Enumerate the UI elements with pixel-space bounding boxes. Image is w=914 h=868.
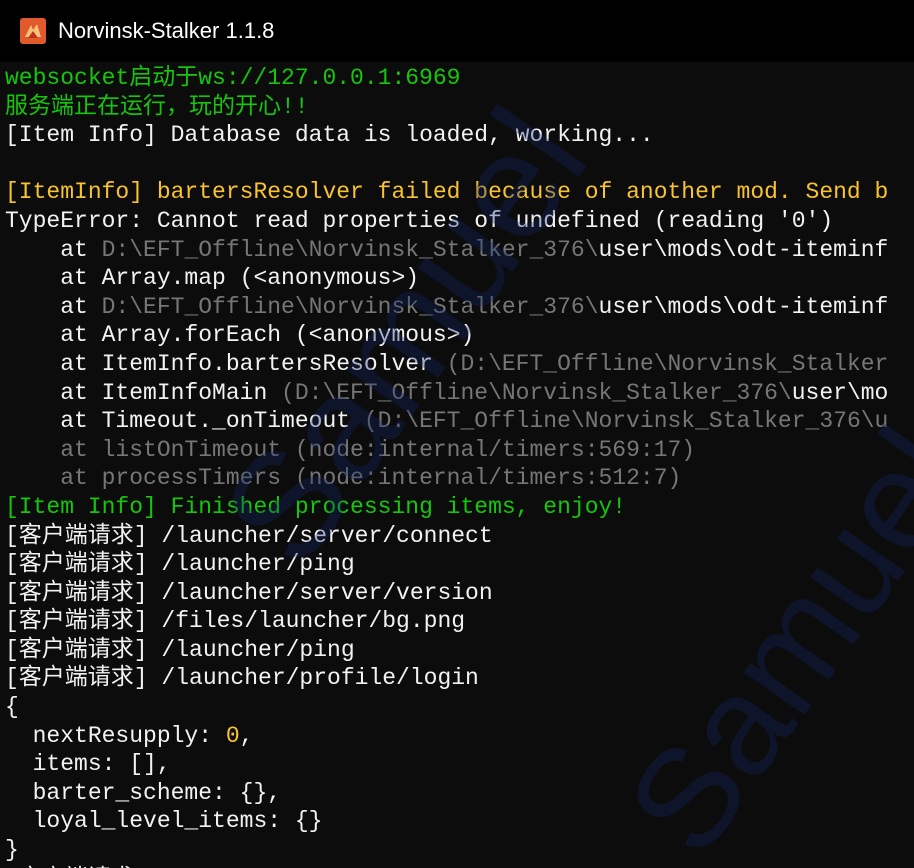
console-line: [客户端请求] /launcher/ping — [0, 550, 914, 579]
console-line: 服务端正在运行，玩的开心!! — [0, 93, 914, 122]
console-text: } — [5, 837, 19, 864]
window-title: Norvinsk-Stalker 1.1.8 — [58, 18, 275, 43]
console-text: [客户端请求] /launcher/ping — [5, 636, 355, 663]
console-line: at listOnTimeout (node:internal/timers:5… — [0, 436, 914, 465]
console-text: D:\EFT_Offline\Norvinsk_Stalker_376\ — [101, 293, 599, 320]
console-line: loyal_level_items: {} — [0, 807, 914, 836]
console-text: (D:\EFT_Offline\Norvinsk_Stalker_376\u — [363, 408, 889, 435]
console-line: at Array.map (<anonymous>) — [0, 264, 914, 293]
console-line: TypeError: Cannot read properties of und… — [0, 207, 914, 236]
console-text: at — [5, 236, 102, 263]
console-text: D:\EFT_Offline\Norvinsk_Stalker_376\ — [101, 236, 599, 263]
console-line: at Timeout._onTimeout (D:\EFT_Offline\No… — [0, 407, 914, 436]
console-line: [ItemInfo] bartersResolver failed becaus… — [0, 178, 914, 207]
console-text: at — [5, 293, 102, 320]
console-text: [客户端请求] /files/launcher/bg.png — [5, 608, 466, 635]
console-text: [ItemInfo] bartersResolver failed becaus… — [5, 179, 889, 206]
console-output[interactable]: websocket启动于ws://127.0.0.1:6969 服务端正在运行，玩… — [0, 64, 914, 868]
console-line: at D:\EFT_Offline\Norvinsk_Stalker_376\u… — [0, 293, 914, 322]
console-line: [客户端请求] /launcher/profile — [0, 865, 914, 868]
console-line: at Array.forEach (<anonymous>) — [0, 321, 914, 350]
console-text: user\mo — [791, 379, 889, 406]
console-text: websocket启动于ws://127.0.0.1:6969 — [5, 65, 461, 91]
console-text: [客户端请求] /launcher/ping — [5, 551, 355, 578]
console-text: at ItemInfo.bartersResolver — [5, 350, 447, 377]
console-window: Norvinsk-Stalker 1.1.8 websocket启动于ws://… — [0, 0, 914, 868]
console-line: nextResupply: 0, — [0, 722, 914, 751]
app-icon — [20, 18, 46, 44]
console-text: { — [5, 694, 19, 721]
console-line: at ItemInfoMain (D:\EFT_Offline\Norvinsk… — [0, 379, 914, 408]
console-text: [Item Info] Finished processing items, e… — [5, 493, 627, 520]
console-text: TypeError: Cannot read properties of und… — [5, 207, 834, 234]
console-text: [客户端请求] /launcher/server/connect — [5, 522, 493, 549]
console-line: at ItemInfo.bartersResolver (D:\EFT_Offl… — [0, 350, 914, 379]
console-line: { — [0, 693, 914, 722]
console-text: 服务端正在运行，玩的开心!! — [5, 93, 309, 120]
title-bar[interactable]: Norvinsk-Stalker 1.1.8 — [0, 0, 914, 62]
console-text: (D:\EFT_Offline\Norvinsk_Stalker_376\ — [281, 379, 792, 406]
console-line: barter_scheme: {}, — [0, 779, 914, 808]
console-text: at listOnTimeout (node:internal/timers:5… — [5, 436, 696, 463]
console-text: at ItemInfoMain — [5, 379, 282, 406]
console-text: at Timeout._onTimeout — [5, 408, 364, 435]
console-line: [Item Info] Database data is loaded, wor… — [0, 121, 914, 150]
console-text: at Array.map (<anonymous>) — [5, 265, 420, 292]
console-line: [客户端请求] /launcher/profile/login — [0, 664, 914, 693]
console-text: 0 — [225, 722, 240, 749]
console-line: [Item Info] Finished processing items, e… — [0, 493, 914, 522]
console-text: barter_scheme: {}, — [5, 779, 282, 806]
console-line: [客户端请求] /launcher/server/version — [0, 579, 914, 608]
console-text: [Item Info] Database data is loaded, wor… — [5, 122, 654, 149]
console-line: at D:\EFT_Offline\Norvinsk_Stalker_376\u… — [0, 236, 914, 265]
console-text: [客户端请求] /launcher/server/version — [5, 579, 493, 606]
console-text: [客户端请求] /launcher/profile/login — [5, 665, 479, 692]
console-text: items: [], — [5, 751, 171, 778]
console-line: [客户端请求] /launcher/ping — [0, 636, 914, 665]
console-text: , — [239, 722, 254, 749]
console-text: (D:\EFT_Offline\Norvinsk_Stalker — [446, 350, 889, 377]
console-text: at Array.forEach (<anonymous>) — [5, 322, 475, 349]
console-line: [客户端请求] /launcher/server/connect — [0, 522, 914, 551]
console-text: loyal_level_items: {} — [5, 808, 323, 835]
console-line: [客户端请求] /files/launcher/bg.png — [0, 607, 914, 636]
console-text: user\mods\odt-iteminf — [598, 293, 889, 320]
console-line: } — [0, 836, 914, 865]
console-text: nextResupply: — [5, 722, 226, 749]
console-line: items: [], — [0, 750, 914, 779]
console-text: at processTimers (node:internal/timers:5… — [5, 465, 682, 492]
console-line: websocket启动于ws://127.0.0.1:6969 — [0, 64, 914, 93]
console-text: user\mods\odt-iteminf — [598, 236, 889, 263]
console-line: at processTimers (node:internal/timers:5… — [0, 464, 914, 493]
